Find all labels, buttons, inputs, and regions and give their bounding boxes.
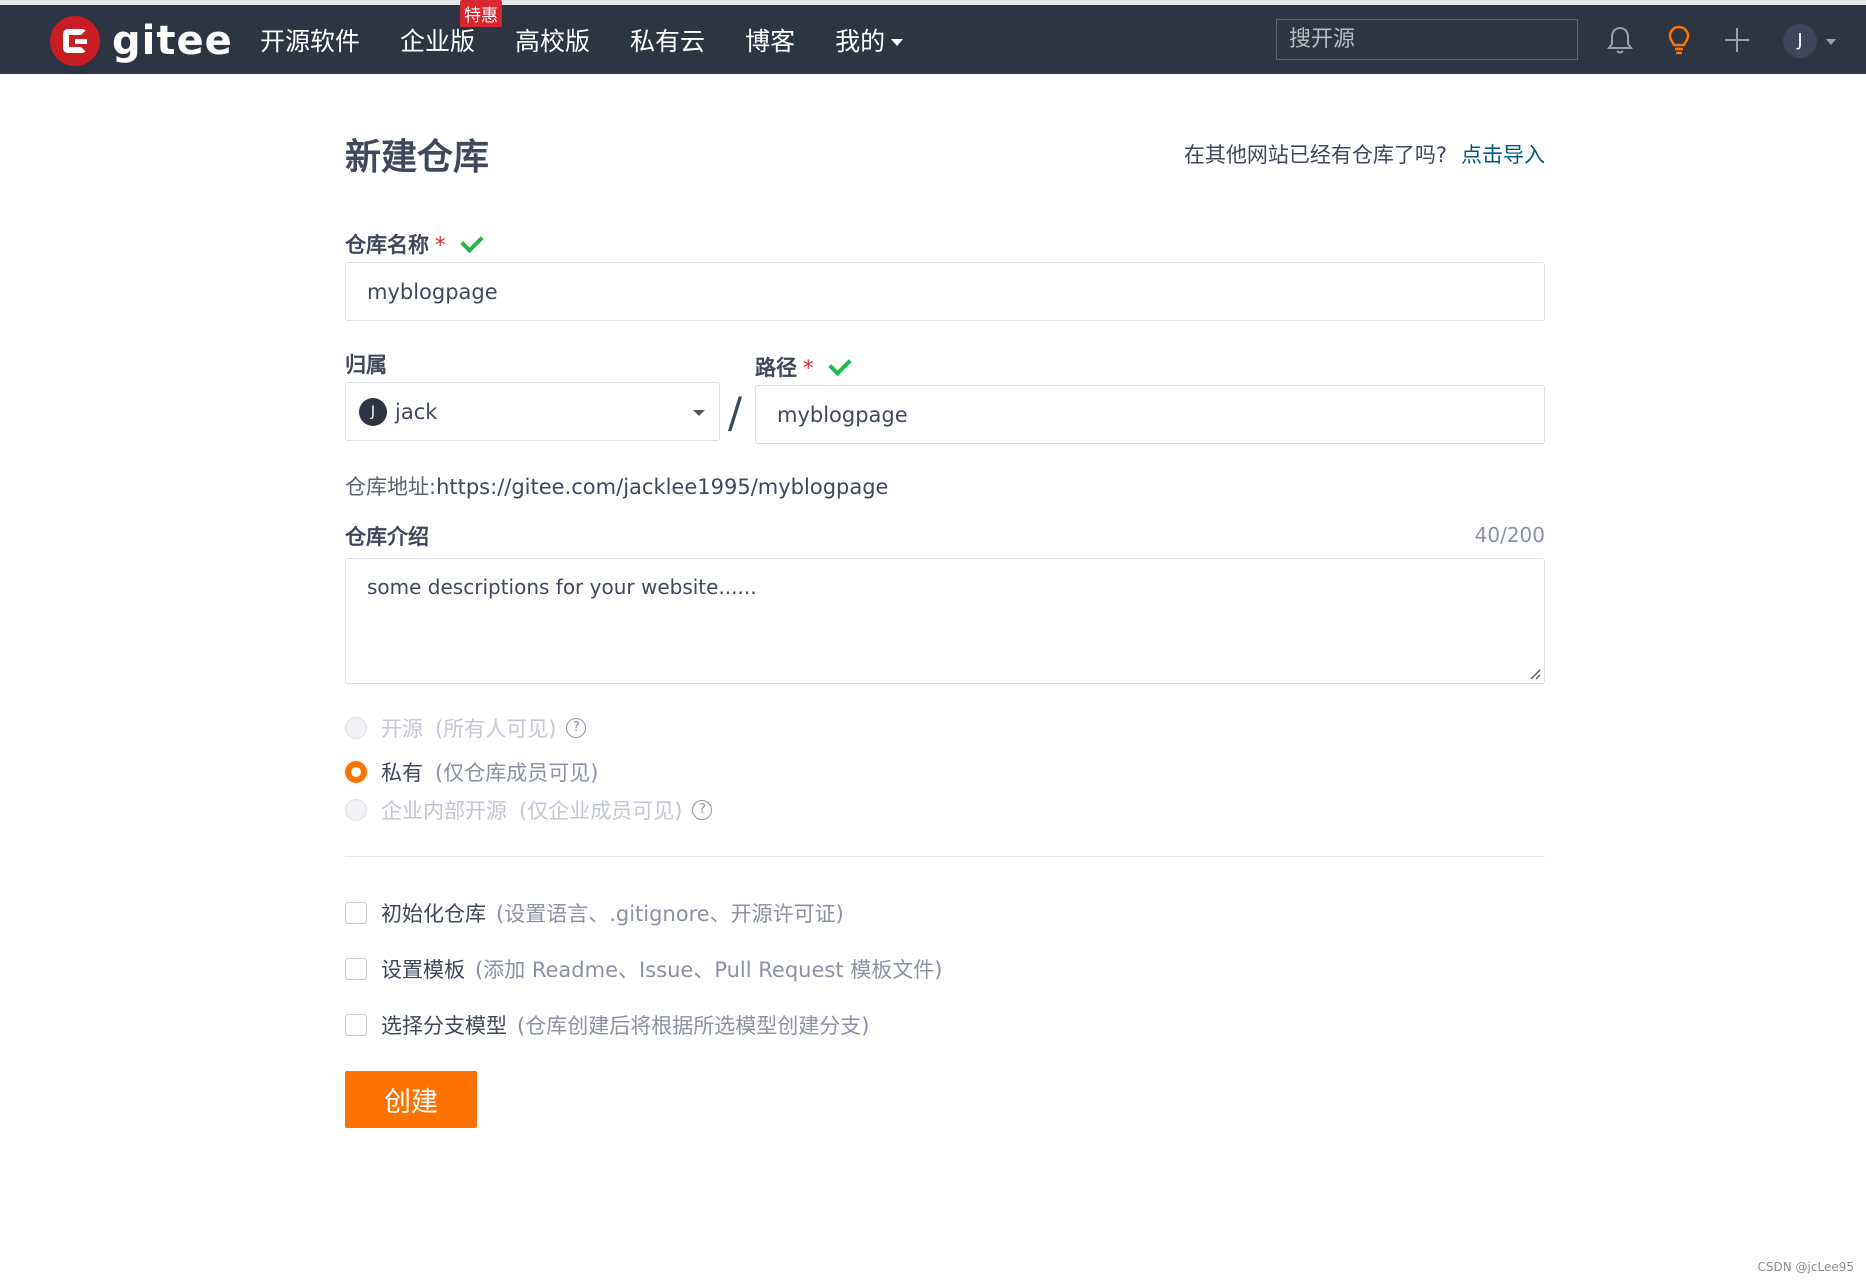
option-branch-model-note: (仓库创建后将根据所选模型创建分支) xyxy=(517,1014,870,1038)
import-prompt-text: 在其他网站已经有仓库了吗? xyxy=(1183,143,1447,167)
lightbulb-icon[interactable] xyxy=(1662,23,1696,57)
promo-badge: 特惠 xyxy=(460,0,503,27)
visibility-public-label: 开源 xyxy=(381,717,423,741)
bell-icon[interactable] xyxy=(1603,23,1637,57)
visibility-enterprise-label: 企业内部开源 xyxy=(381,799,507,823)
required-mark: * xyxy=(435,233,446,257)
radio-public[interactable] xyxy=(345,717,367,739)
create-button[interactable]: 创建 xyxy=(345,1071,477,1128)
visibility-enterprise-note: (仅企业成员可见) xyxy=(519,799,683,823)
option-branch-model-label: 选择分支模型 xyxy=(381,1014,507,1038)
checkbox-init-repo[interactable] xyxy=(345,902,367,924)
repo-name-label-text: 仓库名称 xyxy=(345,233,429,257)
description-textarea[interactable]: some descriptions for your website...... xyxy=(345,558,1545,684)
import-prompt: 在其他网站已经有仓库了吗? 点击导入 xyxy=(1184,139,1545,169)
repo-address-prefix: 仓库地址: xyxy=(345,475,437,499)
gitee-logo[interactable]: gitee xyxy=(50,15,233,67)
visibility-public-note: (所有人可见) xyxy=(435,717,557,741)
owner-label: 归属 xyxy=(345,353,387,377)
path-separator: / xyxy=(728,388,743,437)
option-init-repo-label: 初始化仓库 xyxy=(381,902,486,926)
repo-address: 仓库地址:https://gitee.com/jacklee1995/myblo… xyxy=(345,471,888,501)
top-navbar: gitee 开源软件 企业版 特惠 高校版 私有云 博客 我的 J xyxy=(0,0,1866,74)
option-template-note: (添加 Readme、Issue、Pull Request 模板文件) xyxy=(475,958,943,982)
visibility-option-public[interactable]: 开源 (所有人可见) ? xyxy=(345,713,587,743)
option-template[interactable]: 设置模板 (添加 Readme、Issue、Pull Request 模板文件) xyxy=(345,954,942,984)
checkbox-template[interactable] xyxy=(345,958,367,980)
required-mark: * xyxy=(803,356,814,380)
section-divider xyxy=(345,856,1545,857)
page-title: 新建仓库 xyxy=(345,137,490,178)
gitee-logo-icon xyxy=(50,16,100,66)
nav-item-education[interactable]: 高校版 xyxy=(515,22,590,58)
nav-item-mine[interactable]: 我的 xyxy=(835,22,904,58)
description-label: 仓库介绍 xyxy=(345,525,429,549)
path-label: 路径 * xyxy=(755,352,852,382)
repo-address-url: https://gitee.com/jacklee1995/myblogpage xyxy=(436,475,889,499)
visibility-option-private[interactable]: 私有 (仅仓库成员可见) xyxy=(345,757,598,787)
visibility-option-enterprise[interactable]: 企业内部开源 (仅企业成员可见) ? xyxy=(345,795,713,825)
owner-value: jack xyxy=(395,399,438,424)
repo-name-value: myblogpage xyxy=(367,279,498,304)
watermark: CSDN @jcLee95 xyxy=(1757,1260,1854,1274)
import-link[interactable]: 点击导入 xyxy=(1461,143,1545,167)
help-icon[interactable]: ? xyxy=(566,718,587,738)
description-counter: 40/200 xyxy=(1474,523,1545,547)
path-input[interactable]: myblogpage xyxy=(755,385,1545,444)
owner-dropdown[interactable]: J jack xyxy=(345,382,720,441)
radio-enterprise[interactable] xyxy=(345,799,367,821)
owner-avatar: J xyxy=(359,397,387,426)
check-icon xyxy=(459,229,484,254)
plus-icon[interactable] xyxy=(1720,23,1754,57)
visibility-private-note: (仅仓库成员可见) xyxy=(435,761,599,785)
check-icon xyxy=(827,352,852,377)
nav-item-blog[interactable]: 博客 xyxy=(745,22,795,58)
path-label-text: 路径 xyxy=(755,356,797,380)
option-init-repo[interactable]: 初始化仓库 (设置语言、.gitignore、开源许可证) xyxy=(345,898,844,928)
repo-name-label: 仓库名称 * xyxy=(345,229,484,259)
nav-item-open-source[interactable]: 开源软件 xyxy=(260,22,360,58)
option-init-repo-note: (设置语言、.gitignore、开源许可证) xyxy=(496,902,844,926)
help-icon[interactable]: ? xyxy=(692,800,713,820)
nav-item-enterprise-label: 企业版 xyxy=(400,26,476,56)
repo-name-input[interactable]: myblogpage xyxy=(345,262,1545,321)
nav-item-enterprise[interactable]: 企业版 特惠 xyxy=(400,0,503,58)
radio-private[interactable] xyxy=(345,761,367,783)
nav-item-mine-label: 我的 xyxy=(835,26,886,56)
checkbox-branch-model[interactable] xyxy=(345,1014,367,1036)
resize-handle-icon[interactable] xyxy=(1529,668,1541,680)
visibility-private-label: 私有 xyxy=(381,761,423,785)
option-branch-model[interactable]: 选择分支模型 (仓库创建后将根据所选模型创建分支) xyxy=(345,1010,869,1040)
logo-text: gitee xyxy=(112,18,233,64)
chevron-down-icon xyxy=(891,39,904,46)
path-value: myblogpage xyxy=(777,402,908,427)
nav-item-private-cloud[interactable]: 私有云 xyxy=(630,22,705,58)
user-avatar[interactable]: J xyxy=(1783,24,1817,58)
search-input[interactable] xyxy=(1276,19,1578,60)
avatar-chevron-down-icon[interactable] xyxy=(1826,39,1836,45)
main-nav: 开源软件 企业版 特惠 高校版 私有云 博客 我的 xyxy=(260,0,943,74)
description-value: some descriptions for your website...... xyxy=(367,575,757,599)
dropdown-caret-icon xyxy=(693,410,705,416)
option-template-label: 设置模板 xyxy=(381,958,465,982)
